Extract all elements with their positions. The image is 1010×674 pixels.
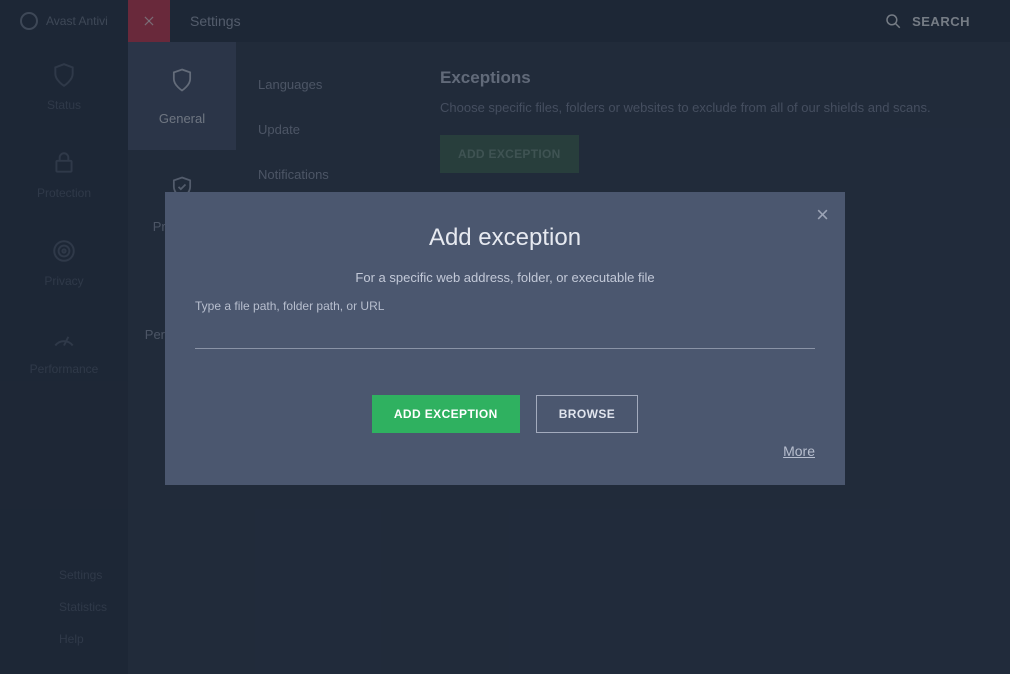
modal-add-exception-button[interactable]: ADD EXCEPTION	[372, 395, 520, 433]
modal-browse-button[interactable]: BROWSE	[536, 395, 638, 433]
exception-path-input[interactable]	[195, 317, 815, 349]
modal-more-row: More	[195, 443, 815, 461]
modal-input-label: Type a file path, folder path, or URL	[195, 299, 815, 313]
modal-close-button[interactable]: ×	[816, 204, 829, 226]
modal-title: Add exception	[195, 224, 815, 252]
modal-subtitle: For a specific web address, folder, or e…	[195, 270, 815, 285]
add-exception-modal: × Add exception For a specific web addre…	[165, 192, 845, 485]
modal-actions: ADD EXCEPTION BROWSE	[195, 395, 815, 433]
modal-more-link[interactable]: More	[783, 443, 815, 459]
